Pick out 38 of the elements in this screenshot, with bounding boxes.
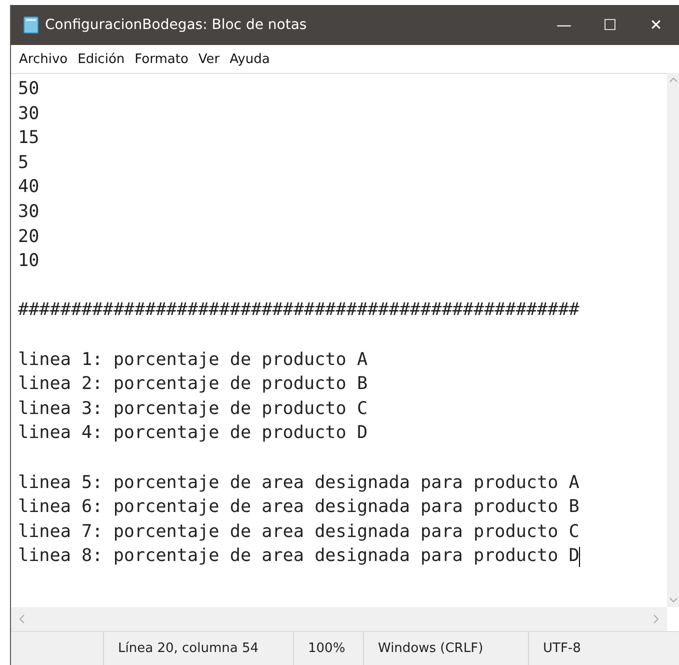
text-line: 30 bbox=[18, 102, 40, 126]
text-line: linea 1: porcentaje de producto A bbox=[18, 348, 368, 372]
text-line: linea 8: porcentaje de area designada para producto D bbox=[18, 545, 580, 568]
text-line: linea 5: porcentaje de area designada para producto A bbox=[18, 472, 580, 494]
window-title: ConfiguracionBodegas: Bloc de notas bbox=[45, 17, 307, 33]
text-line: 15 bbox=[18, 127, 40, 150]
text-line: linea 4: porcentaje de producto D bbox=[18, 422, 368, 446]
menu-item[interactable]: Ver bbox=[198, 52, 220, 66]
text-line: 5 bbox=[18, 152, 29, 175]
status-text: Línea 20, columna 54 bbox=[103, 632, 293, 665]
text-line: 40 bbox=[18, 176, 40, 200]
minimize-button[interactable]: — bbox=[541, 5, 587, 45]
vertical-scrollbar[interactable] bbox=[667, 73, 679, 607]
text-line: linea 2: porcentaje de producto B bbox=[18, 373, 368, 396]
text-line: linea 3: porcentaje de producto C bbox=[18, 398, 368, 421]
close-button[interactable]: ✕ bbox=[633, 5, 679, 45]
maximize-button[interactable]: ☐ bbox=[587, 5, 633, 45]
scroll-down-icon[interactable] bbox=[668, 597, 678, 603]
text-line: ##################################################### bbox=[18, 299, 580, 322]
text-line: 50 bbox=[18, 78, 40, 101]
text-line: 20 bbox=[18, 226, 40, 249]
menu-item[interactable]: Ayuda bbox=[230, 52, 270, 66]
horizontal-scrollbar[interactable] bbox=[11, 607, 667, 631]
status-text: 100% bbox=[293, 632, 363, 665]
notepad-icon bbox=[23, 16, 39, 34]
scroll-up-icon[interactable] bbox=[668, 77, 678, 83]
menu-item[interactable]: Formato bbox=[134, 52, 188, 66]
menu-item[interactable]: Archivo bbox=[19, 52, 68, 66]
menu-item[interactable]: Edición bbox=[78, 52, 125, 66]
status-text: Windows (CRLF) bbox=[363, 632, 528, 665]
text-line: linea 7: porcentaje de area designada para producto C bbox=[18, 520, 580, 544]
text-line: linea 6: porcentaje de area designada para producto B bbox=[18, 496, 580, 520]
scroll-left-icon[interactable] bbox=[19, 614, 25, 624]
text-cursor bbox=[579, 546, 580, 567]
status-text: UTF-8 bbox=[528, 632, 679, 665]
text-line: 30 bbox=[18, 200, 40, 224]
text-line: 10 bbox=[18, 250, 40, 274]
scroll-right-icon[interactable] bbox=[653, 614, 659, 624]
